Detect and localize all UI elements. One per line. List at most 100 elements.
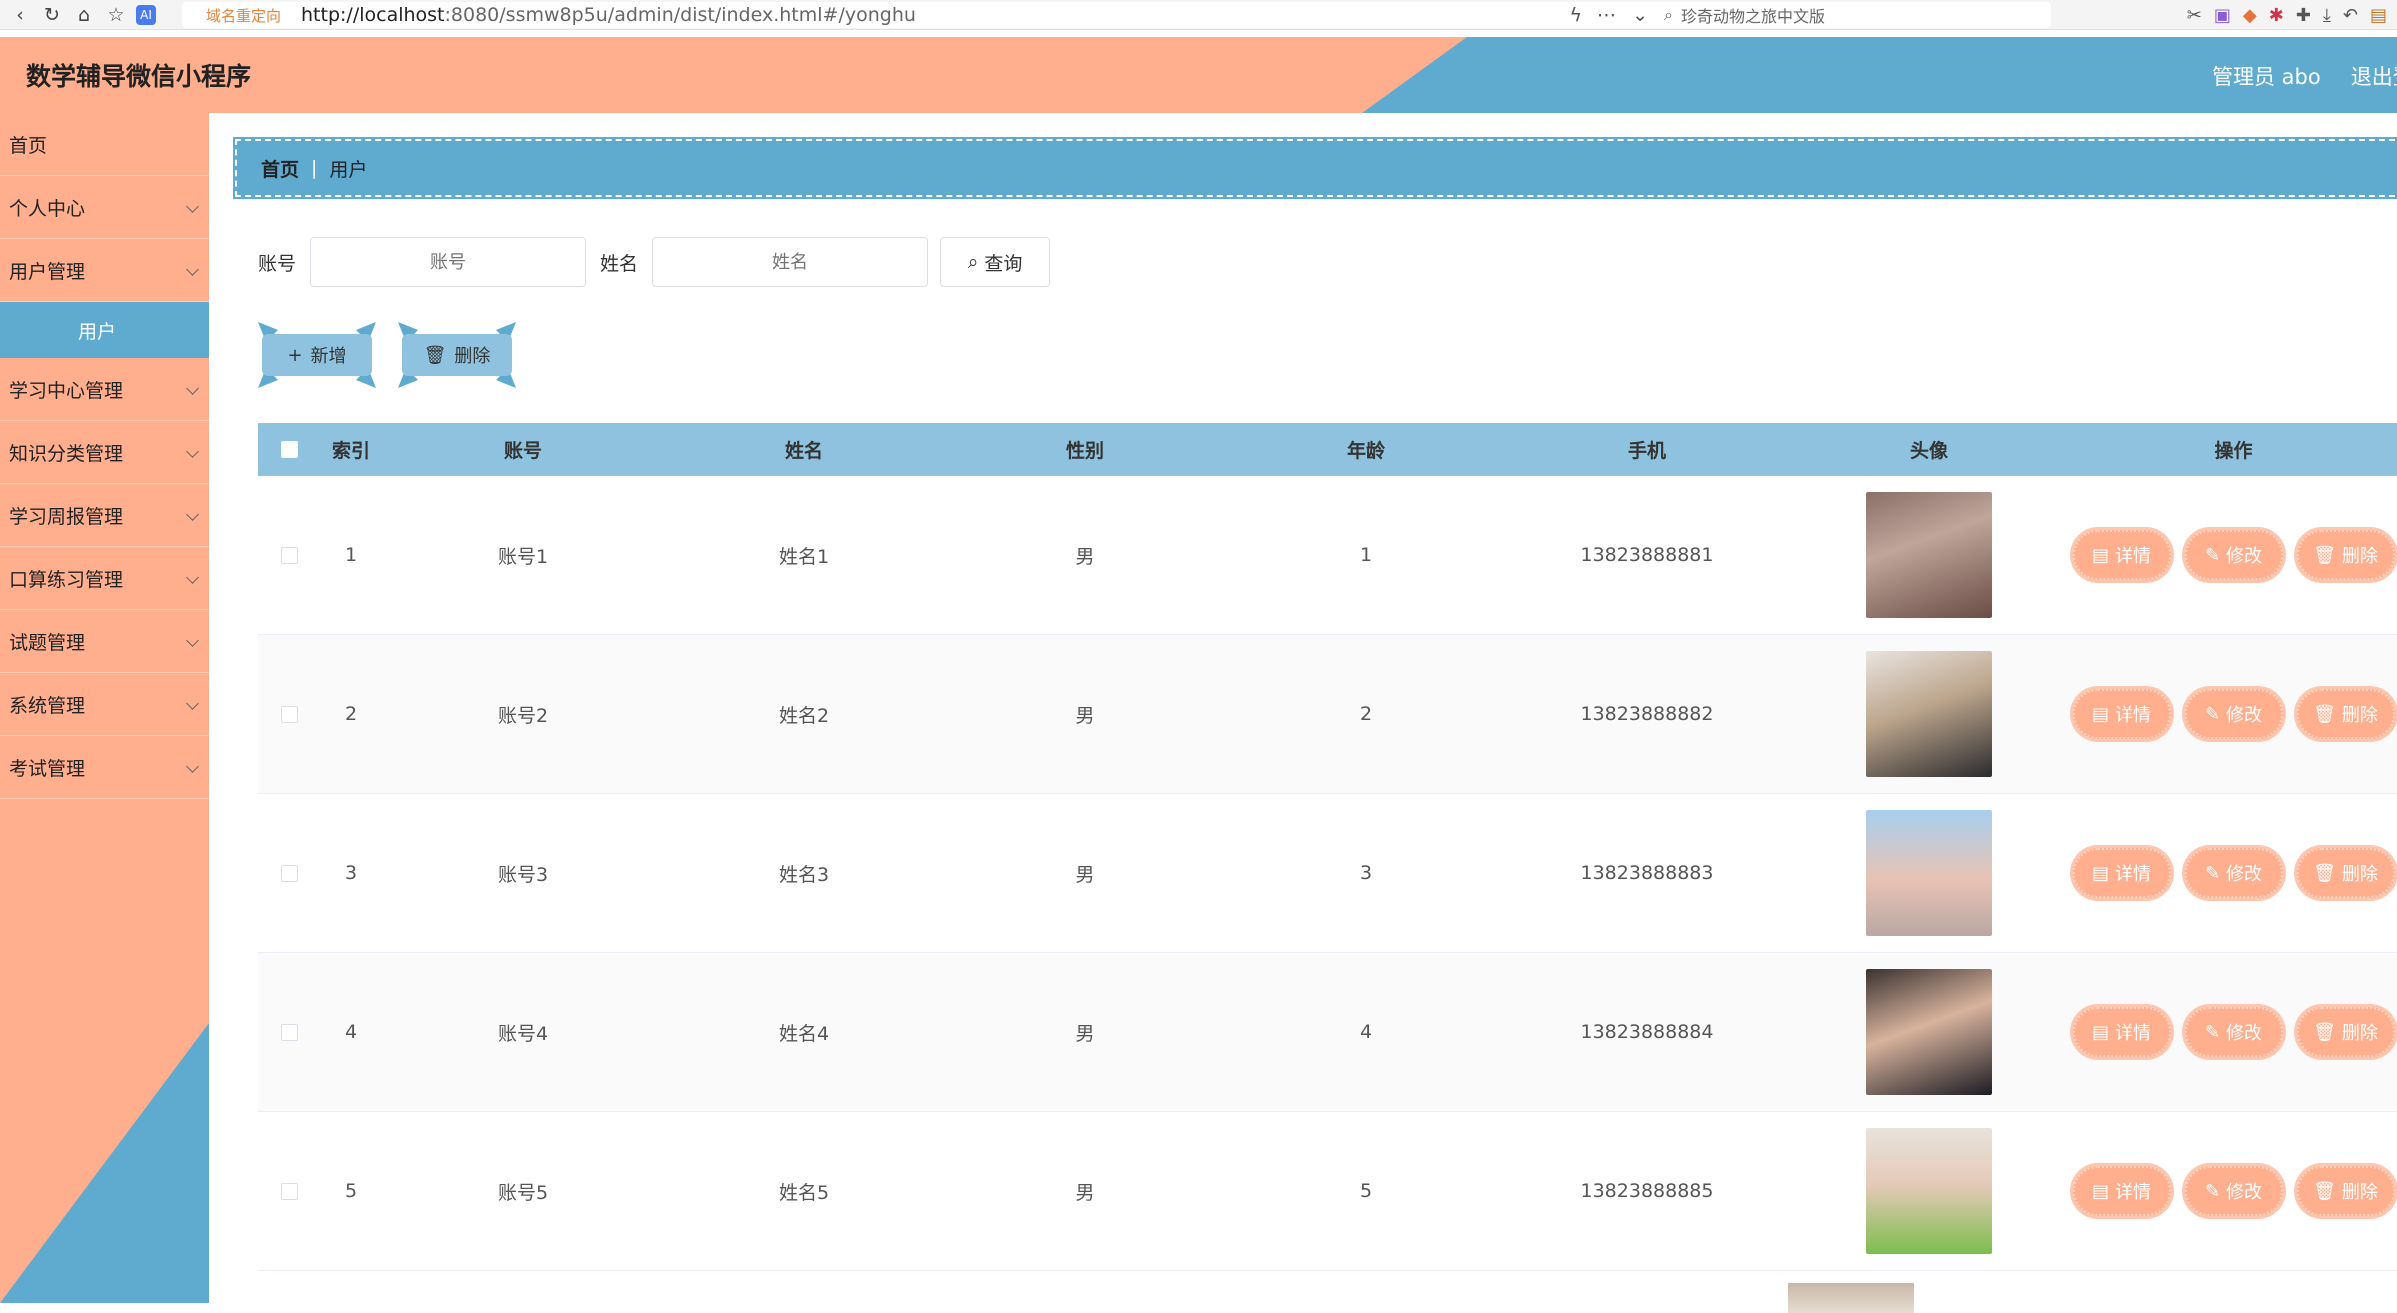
delete-button[interactable]: 🗑 删除 bbox=[2296, 848, 2395, 898]
query-button[interactable]: ⌕ 查询 bbox=[940, 237, 1051, 287]
address-bar[interactable]: 域名重定向 http://localhost:8080/ssmw8p5u/adm… bbox=[182, 2, 1662, 28]
cell-sex: 男 bbox=[1075, 545, 1095, 568]
edit-button[interactable]: ✎ 修改 bbox=[2184, 1166, 2283, 1216]
row-checkbox[interactable] bbox=[280, 864, 298, 882]
edit-button[interactable]: ✎ 修改 bbox=[2184, 530, 2283, 580]
edit-button[interactable]: ✎ 修改 bbox=[2184, 1007, 2283, 1057]
detail-button[interactable]: ▤ 详情 bbox=[2072, 848, 2171, 898]
avatar[interactable] bbox=[1866, 810, 1992, 936]
account-input[interactable] bbox=[310, 237, 587, 287]
sidebar-item-weekly[interactable]: 学习周报管理 bbox=[0, 484, 209, 547]
batch-delete-button[interactable]: 🗑 删除 bbox=[398, 322, 516, 388]
table-row: 4 账号4 姓名4 男 4 13823888884 ▤ 详情 ✎ 修改 🗑 删除 bbox=[258, 953, 2397, 1112]
select-all-checkbox[interactable] bbox=[280, 441, 298, 458]
sidebar-item-study-center[interactable]: 学习中心管理 bbox=[0, 358, 209, 421]
detail-button-label: 详情 bbox=[2115, 1023, 2151, 1044]
cell-age: 4 bbox=[1359, 1021, 1373, 1043]
avatar[interactable] bbox=[1866, 651, 1992, 777]
search-form: 账号 姓名 ⌕ 查询 bbox=[258, 237, 1051, 287]
sidebar-blue-band bbox=[0, 1023, 209, 1303]
grid-icon[interactable]: ✱ bbox=[2269, 5, 2284, 26]
batch-delete-label: 删除 bbox=[454, 346, 491, 367]
cell-sex: 男 bbox=[1075, 863, 1095, 886]
browser-search[interactable]: ⌕ 珍奇动物之旅中文版 bbox=[1656, 2, 2051, 28]
download-icon[interactable]: ⤓ bbox=[2323, 5, 2331, 26]
logout-link[interactable]: 退出登录 bbox=[2351, 61, 2397, 91]
avatar[interactable] bbox=[1866, 969, 1992, 1095]
edit-button[interactable]: ✎ 修改 bbox=[2184, 689, 2283, 739]
sidebar-item-exam[interactable]: 考试管理 bbox=[0, 736, 209, 799]
chevron-down-icon bbox=[186, 445, 199, 458]
trash-icon: 🗑 bbox=[2313, 1180, 2336, 1202]
home-icon[interactable]: ⌂ bbox=[72, 3, 96, 27]
cell-phone: 13823888884 bbox=[1580, 1021, 1714, 1043]
avatar[interactable] bbox=[1788, 1283, 1914, 1313]
header-right: 管理员 abo 退出登录 bbox=[2212, 61, 2397, 91]
document-icon: ▤ bbox=[2091, 1021, 2109, 1043]
detail-button[interactable]: ▤ 详情 bbox=[2072, 1007, 2171, 1057]
delete-button[interactable]: 🗑 删除 bbox=[2296, 530, 2395, 580]
lightning-icon[interactable]: ϟ bbox=[1569, 4, 1582, 26]
breadcrumb: 首页 | 用户 bbox=[233, 137, 2397, 199]
fox-icon[interactable]: ◆ bbox=[2243, 5, 2257, 26]
chevron-down-icon[interactable]: ⌄ bbox=[1632, 4, 1648, 26]
undo-icon[interactable]: ↶ bbox=[2343, 5, 2358, 26]
delete-button[interactable]: 🗑 删除 bbox=[2296, 689, 2395, 739]
sidebar-item-home[interactable]: 首页 bbox=[0, 113, 209, 176]
name-input[interactable] bbox=[652, 237, 929, 287]
app-header: 数学辅导微信小程序 管理员 abo 退出登录 bbox=[0, 37, 2397, 113]
sidebar-item-mental-math[interactable]: 口算练习管理 bbox=[0, 547, 209, 610]
breadcrumb-home[interactable]: 首页 bbox=[261, 155, 299, 182]
sidebar-subitem-user[interactable]: 用户 bbox=[0, 302, 209, 358]
edit-button[interactable]: ✎ 修改 bbox=[2184, 848, 2283, 898]
pencil-icon: ✎ bbox=[2204, 1021, 2221, 1043]
sidebar-item-knowledge[interactable]: 知识分类管理 bbox=[0, 421, 209, 484]
puzzle-icon[interactable]: ✚ bbox=[2296, 5, 2311, 26]
back-icon[interactable]: ‹ bbox=[8, 3, 32, 27]
translate-icon[interactable]: ▣ bbox=[2214, 5, 2231, 26]
chevron-down-icon bbox=[186, 697, 199, 710]
wallet-icon[interactable]: ▤ bbox=[2370, 5, 2387, 26]
document-icon: ▤ bbox=[2091, 703, 2109, 725]
avatar[interactable] bbox=[1866, 492, 1992, 618]
edit-button-label: 修改 bbox=[2226, 546, 2263, 567]
sidebar: 首页 个人中心 用户管理 用户 学习中心管理 知识分类管理 学习周报管理 口算练… bbox=[0, 113, 209, 1303]
star-icon[interactable]: ☆ bbox=[104, 3, 128, 27]
delete-button[interactable]: 🗑 删除 bbox=[2296, 1007, 2395, 1057]
sidebar-item-personal[interactable]: 个人中心 bbox=[0, 176, 209, 239]
trash-icon: 🗑 bbox=[2313, 703, 2336, 725]
avatar[interactable] bbox=[1866, 1128, 1992, 1254]
cell-name: 姓名1 bbox=[778, 545, 830, 568]
row-checkbox[interactable] bbox=[280, 705, 298, 723]
plus-icon: + bbox=[287, 344, 303, 366]
add-button[interactable]: + 新增 bbox=[258, 322, 376, 388]
url-path: :8080/ssmw8p5u/admin/dist/index.html#/yo… bbox=[444, 4, 916, 26]
cell-index: 4 bbox=[344, 1021, 358, 1043]
reload-icon[interactable]: ↻ bbox=[40, 3, 64, 27]
more-icon[interactable]: ⋯ bbox=[1597, 4, 1616, 26]
sidebar-item-system[interactable]: 系统管理 bbox=[0, 673, 209, 736]
ai-icon[interactable]: AI bbox=[136, 4, 156, 25]
url-host: http://localhost bbox=[301, 4, 445, 26]
row-checkbox[interactable] bbox=[280, 1182, 298, 1200]
row-checkbox[interactable] bbox=[280, 1023, 298, 1041]
detail-button-label: 详情 bbox=[2115, 705, 2151, 726]
delete-button[interactable]: 🗑 删除 bbox=[2296, 1166, 2395, 1216]
cell-sex: 男 bbox=[1075, 704, 1095, 727]
detail-button[interactable]: ▤ 详情 bbox=[2072, 530, 2171, 580]
scissors-icon[interactable]: ✂ bbox=[2187, 5, 2202, 26]
cell-index: 1 bbox=[344, 544, 358, 566]
detail-button[interactable]: ▤ 详情 bbox=[2072, 1166, 2171, 1216]
sidebar-item-user-mgmt[interactable]: 用户管理 bbox=[0, 239, 209, 302]
table-row: 1 账号1 姓名1 男 1 13823888881 ▤ 详情 ✎ 修改 🗑 删除 bbox=[258, 476, 2397, 635]
cell-name: 姓名4 bbox=[778, 1022, 830, 1045]
column-header: 手机 bbox=[1627, 440, 1666, 462]
chevron-down-icon bbox=[186, 200, 199, 213]
chevron-down-icon bbox=[186, 508, 199, 521]
row-checkbox[interactable] bbox=[280, 546, 298, 564]
cell-sex: 男 bbox=[1075, 1022, 1095, 1045]
sidebar-item-questions[interactable]: 试题管理 bbox=[0, 610, 209, 673]
detail-button[interactable]: ▤ 详情 bbox=[2072, 689, 2171, 739]
cell-index: 5 bbox=[344, 1180, 358, 1202]
cell-age: 2 bbox=[1359, 703, 1373, 725]
